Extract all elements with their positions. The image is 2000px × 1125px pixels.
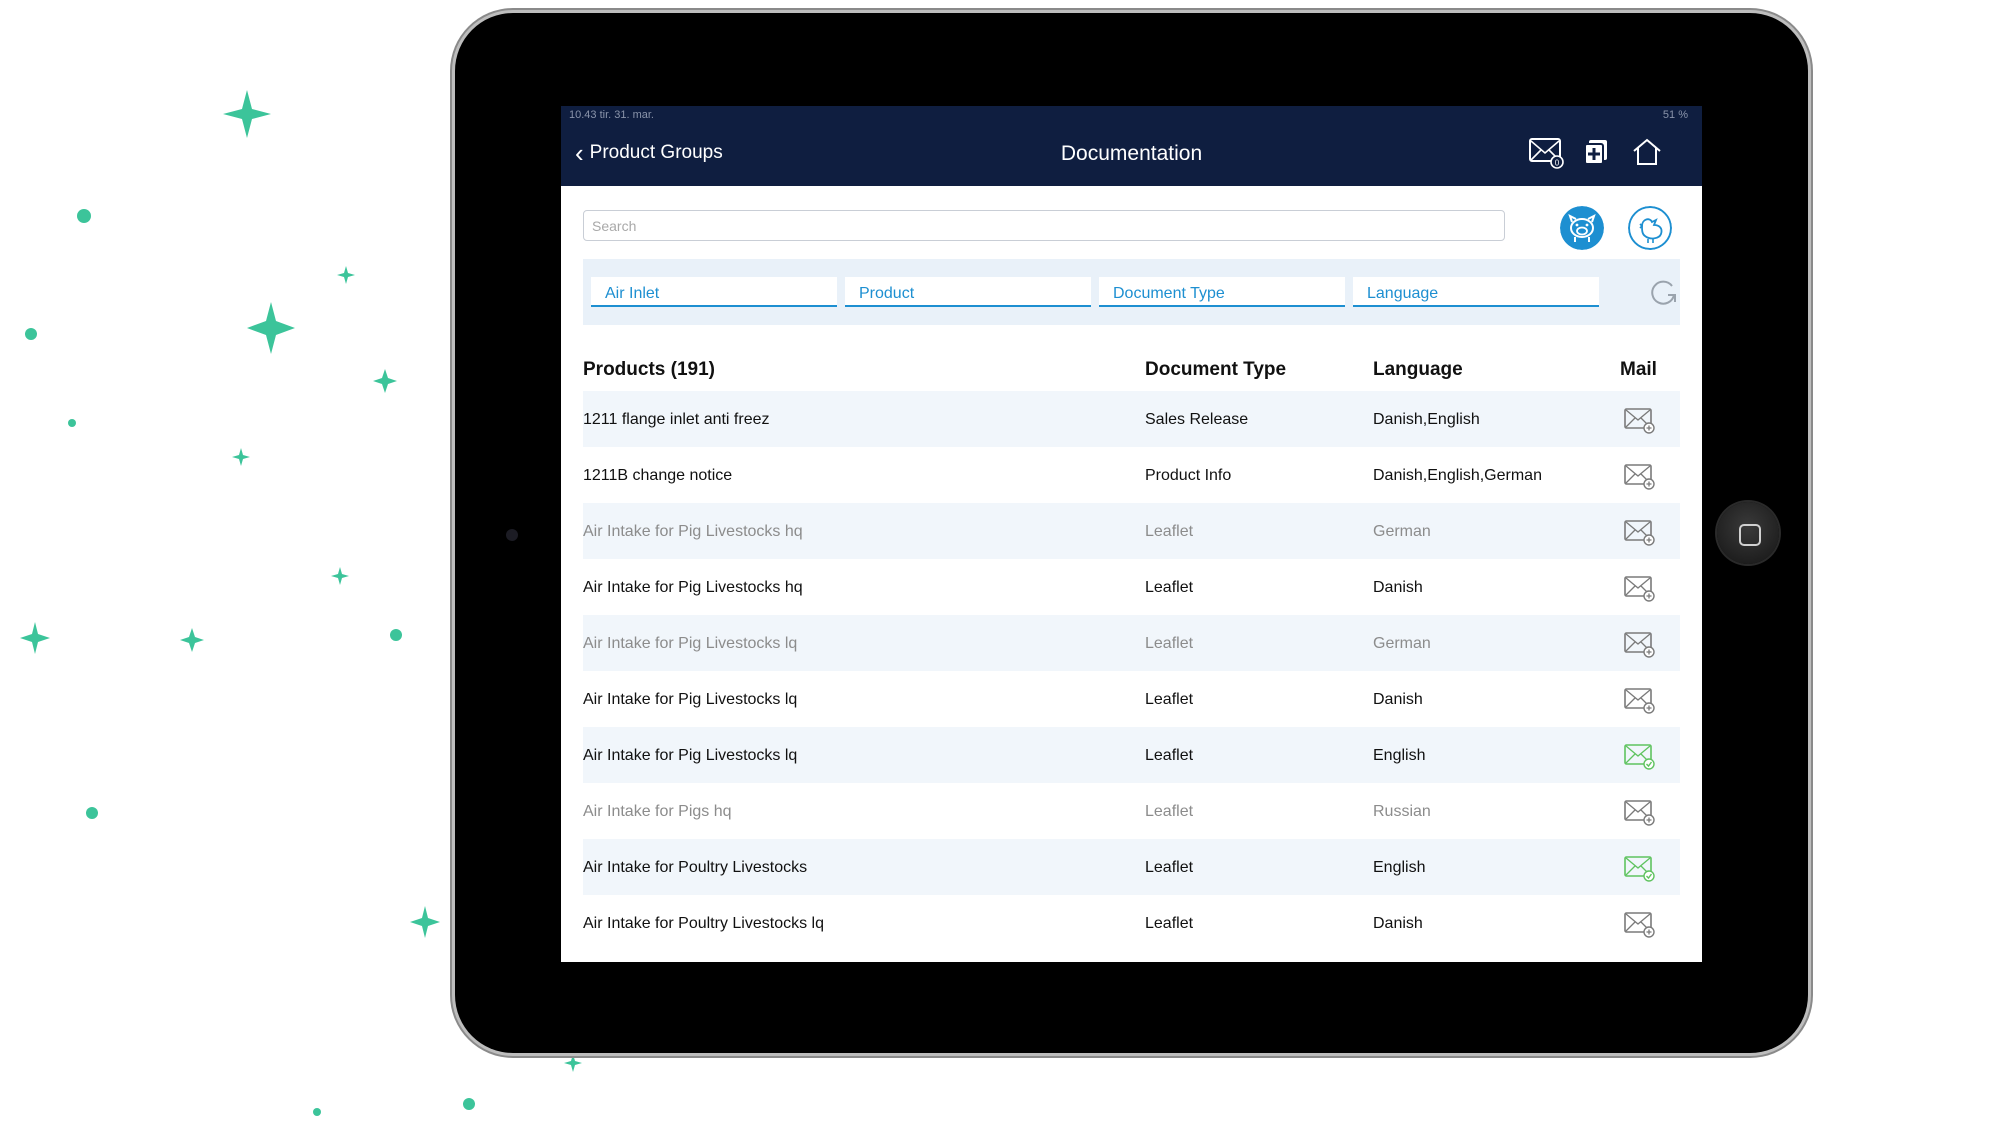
dot-icon bbox=[313, 1108, 321, 1116]
cell-doc-type: Leaflet bbox=[1145, 915, 1194, 932]
cell-product: 1211B change notice bbox=[583, 467, 733, 484]
cell-language: Russian bbox=[1373, 803, 1431, 820]
app-screen: 10.43 tir. 31. mar. 51 % ‹ Product Group… bbox=[561, 106, 1702, 962]
home-button-icon bbox=[1739, 524, 1761, 546]
cell-doc-type: Sales Release bbox=[1145, 411, 1249, 428]
dot-icon bbox=[68, 419, 76, 427]
sparkle-icon bbox=[20, 622, 50, 654]
dot-icon bbox=[25, 328, 37, 340]
filter-product[interactable]: Product bbox=[845, 277, 1091, 307]
filter-language[interactable]: Language bbox=[1353, 277, 1599, 307]
filter-document-type[interactable]: Document Type bbox=[1099, 277, 1345, 307]
cell-product: Air Intake for Pig Livestocks lq bbox=[583, 635, 798, 652]
status-time: 10.43 tir. 31. mar. bbox=[569, 109, 654, 121]
mail-icon[interactable] bbox=[1623, 407, 1657, 440]
table-row[interactable]: Air Intake for Poultry Livestocks lq Leaf… bbox=[583, 895, 1680, 951]
dot-icon bbox=[390, 629, 402, 641]
mail-icon[interactable] bbox=[1623, 687, 1657, 720]
cell-language: German bbox=[1373, 635, 1431, 652]
cell-product: Air Intake for Pigs hq bbox=[583, 803, 732, 820]
sparkle-icon bbox=[223, 90, 271, 138]
mail-basket-icon[interactable]: 0 bbox=[1528, 136, 1566, 170]
dot-icon bbox=[463, 1098, 475, 1110]
add-document-icon[interactable] bbox=[1583, 138, 1611, 166]
table-row[interactable]: Air Intake for Pig Livestocks lq Leaflet E… bbox=[583, 727, 1680, 783]
cell-language: Danish,English bbox=[1373, 411, 1480, 428]
svg-text:0: 0 bbox=[1555, 159, 1560, 168]
mail-icon[interactable] bbox=[1623, 519, 1657, 552]
sparkle-icon bbox=[564, 1054, 582, 1072]
table-row[interactable]: 1211 flange inlet anti freez Sales Releas… bbox=[583, 391, 1680, 447]
cell-doc-type: Leaflet bbox=[1145, 803, 1194, 820]
header-products[interactable]: Products (191) bbox=[583, 359, 715, 381]
mail-added-icon[interactable] bbox=[1623, 743, 1657, 776]
mail-icon[interactable] bbox=[1623, 799, 1657, 832]
mail-icon[interactable] bbox=[1623, 631, 1657, 664]
table-row[interactable]: Air Intake for Poultry Livestocks Leaflet… bbox=[583, 839, 1680, 895]
mail-added-icon[interactable] bbox=[1623, 855, 1657, 888]
table-row[interactable]: Air Intake for Pig Livestocks lq Leaflet D… bbox=[583, 671, 1680, 727]
table-row[interactable]: Air Intake for Pig Livestocks hq Leaflet G… bbox=[583, 503, 1680, 559]
cell-doc-type: Leaflet bbox=[1145, 579, 1194, 596]
filter-bar: Air Inlet Product Document Type Language bbox=[583, 259, 1680, 325]
sparkle-icon bbox=[337, 266, 355, 284]
cell-product: 1211 flange inlet anti freez bbox=[583, 411, 770, 428]
header-mail: Mail bbox=[1620, 359, 1657, 380]
cell-language: Danish bbox=[1373, 915, 1423, 932]
table-row[interactable]: Air Intake for Pigs hq Leaflet Russian bbox=[583, 783, 1680, 839]
cell-doc-type: Leaflet bbox=[1145, 635, 1194, 652]
cell-doc-type: Leaflet bbox=[1145, 691, 1194, 708]
filter-air-inlet[interactable]: Air Inlet bbox=[591, 277, 837, 307]
sparkle-icon bbox=[180, 628, 204, 652]
sparkle-icon bbox=[247, 302, 295, 354]
battery-level: 51 % bbox=[1662, 109, 1688, 121]
header-language[interactable]: Language bbox=[1373, 359, 1463, 381]
dot-icon bbox=[77, 209, 91, 223]
cell-product: Air Intake for Poultry Livestocks lq bbox=[583, 915, 824, 932]
header-document-type[interactable]: Document Type bbox=[1145, 359, 1286, 381]
dot-icon bbox=[86, 807, 98, 819]
refresh-icon[interactable] bbox=[1648, 278, 1678, 308]
front-camera bbox=[506, 529, 518, 541]
cell-doc-type: Leaflet bbox=[1145, 747, 1194, 764]
sparkle-icon bbox=[373, 369, 397, 393]
home-icon[interactable] bbox=[1631, 137, 1663, 167]
table-row[interactable]: Air Intake for Pig Livestocks hq Leaflet D… bbox=[583, 559, 1680, 615]
mail-icon[interactable] bbox=[1623, 575, 1657, 608]
cell-language: English bbox=[1373, 859, 1426, 876]
mail-icon[interactable] bbox=[1623, 911, 1657, 944]
search-input[interactable] bbox=[583, 210, 1505, 241]
cell-product: Air Intake for Pig Livestocks hq bbox=[583, 579, 803, 596]
status-bar: 10.43 tir. 31. mar. 51 % bbox=[561, 106, 1702, 124]
pig-filter-icon[interactable] bbox=[1560, 206, 1604, 250]
home-button[interactable] bbox=[1717, 502, 1779, 564]
cell-language: Danish bbox=[1373, 691, 1423, 708]
cell-product: Air Intake for Pig Livestocks lq bbox=[583, 691, 798, 708]
document-list: 1211 flange inlet anti freez Sales Releas… bbox=[583, 391, 1680, 951]
poultry-filter-icon[interactable] bbox=[1628, 206, 1672, 250]
cell-doc-type: Product Info bbox=[1145, 467, 1232, 484]
cell-product: Air Intake for Pig Livestocks hq bbox=[583, 523, 803, 540]
cell-language: Danish,English,German bbox=[1373, 467, 1542, 484]
table-row[interactable]: Air Intake for Pig Livestocks lq Leaflet G… bbox=[583, 615, 1680, 671]
cell-language: German bbox=[1373, 523, 1431, 540]
table-header: Products (191) Document Type Language Ma… bbox=[583, 351, 1680, 387]
sparkle-icon bbox=[232, 448, 250, 466]
cell-product: Air Intake for Pig Livestocks lq bbox=[583, 747, 798, 764]
sparkle-icon bbox=[331, 567, 349, 585]
cell-doc-type: Leaflet bbox=[1145, 859, 1194, 876]
cell-language: Danish bbox=[1373, 579, 1423, 596]
cell-doc-type: Leaflet bbox=[1145, 523, 1194, 540]
mail-icon[interactable] bbox=[1623, 463, 1657, 496]
table-row[interactable]: 1211B change notice Product Info Danish,En… bbox=[583, 447, 1680, 503]
cell-product: Air Intake for Poultry Livestocks bbox=[583, 859, 808, 876]
navigation-bar: ‹ Product Groups Documentation 0 bbox=[561, 124, 1702, 186]
cell-language: English bbox=[1373, 747, 1426, 764]
sparkle-icon bbox=[410, 906, 440, 938]
